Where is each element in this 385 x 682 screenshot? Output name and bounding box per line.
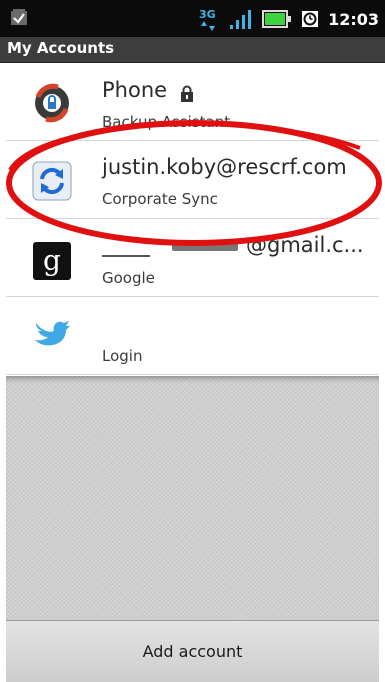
account-secondary-text: Login [102, 347, 143, 365]
svg-text:g: g [43, 244, 61, 277]
alarm-icon [302, 11, 319, 27]
page-title: My Accounts [7, 39, 115, 57]
network-label: 3G [199, 8, 216, 21]
clock: 12:03 [328, 9, 379, 29]
title-bar: My Accounts [0, 37, 385, 63]
google-icon: g [33, 242, 71, 280]
signal-icon [230, 10, 252, 29]
lock-icon [181, 85, 193, 102]
add-account-button[interactable]: Add account [6, 621, 379, 682]
account-row-phone[interactable]: Phone Backup Assistant [6, 63, 379, 141]
notification-check-icon [11, 9, 27, 25]
redaction-mark [102, 255, 150, 257]
3g-data-icon: 3G [199, 8, 216, 31]
status-bar: 3G 12:03 [0, 0, 385, 37]
accounts-list: Phone Backup Assistant justin.koby@rescr… [6, 63, 379, 376]
corporate-sync-icon [32, 161, 72, 201]
twitter-bird-icon [35, 321, 70, 346]
account-secondary-text: Google [102, 269, 155, 287]
battery-icon [262, 10, 292, 28]
account-primary-text: justin.koby@rescrf.com [102, 155, 347, 179]
redaction-mark [172, 243, 238, 251]
phone-screen: 3G 12:03 My Accounts Phone Backup Assist… [0, 0, 385, 682]
account-primary-text: Phone [102, 78, 168, 102]
account-secondary-text: Corporate Sync [102, 190, 218, 208]
bottom-bar: Add account [6, 620, 379, 682]
account-primary-text: @gmail.c... [246, 233, 364, 257]
empty-list-area [6, 376, 379, 620]
account-secondary-text: Backup Assistant [102, 113, 231, 131]
account-row-corporate-sync[interactable]: justin.koby@rescrf.com Corporate Sync [6, 141, 379, 219]
account-row-twitter[interactable]: Login [6, 297, 379, 375]
account-row-google[interactable]: g @gmail.c... Google [6, 219, 379, 297]
backup-assistant-icon [35, 83, 69, 123]
status-icons: 3G 12:03 [198, 6, 379, 32]
